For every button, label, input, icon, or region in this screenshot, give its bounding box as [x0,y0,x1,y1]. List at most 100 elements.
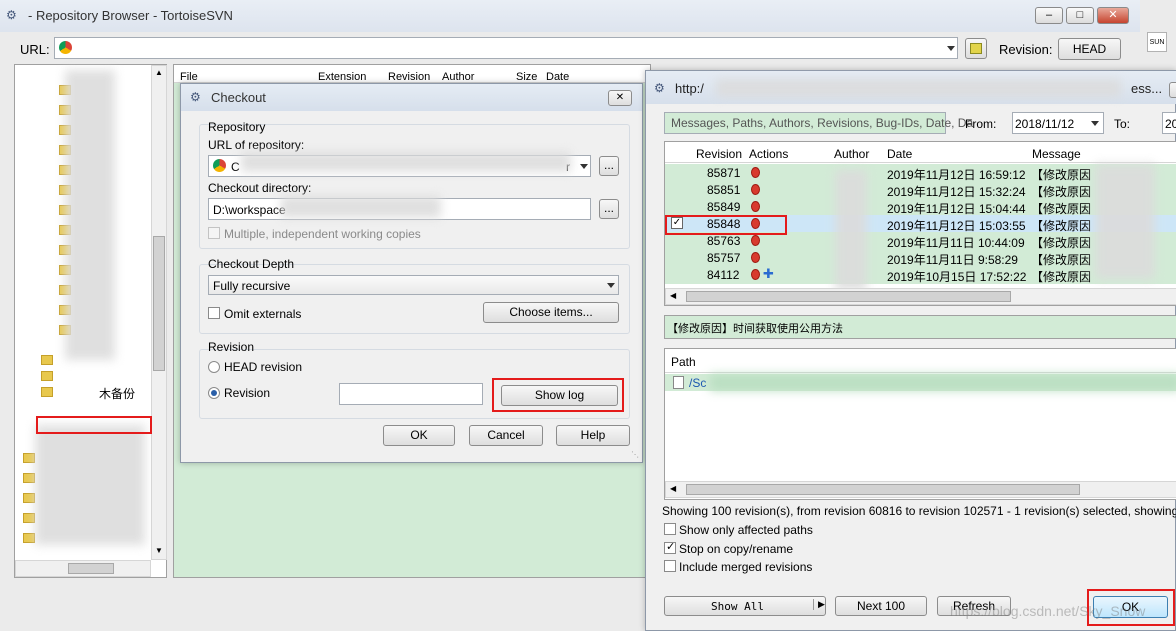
path-column-header[interactable]: Path [671,355,696,369]
folder-icon [41,371,53,381]
head-revision-radio[interactable] [208,361,220,373]
browse-url-button[interactable]: ... [599,156,619,176]
next-100-button[interactable]: Next 100 [835,596,927,616]
commit-message: 【修改原因】时间获取使用公用方法 [667,322,843,335]
scroll-thumb[interactable] [153,236,165,371]
folder-button[interactable] [965,38,987,59]
column-header[interactable]: Author [442,71,474,83]
paths-header: Path [665,349,1176,373]
check-mark-icon: ✓ [666,541,676,553]
redacted-area [241,152,571,172]
log-title-prefix: http:/ [675,81,704,96]
chevron-down-icon[interactable] [1091,121,1099,126]
path-row[interactable]: /Sc [665,374,1176,391]
head-button[interactable]: HEAD [1058,38,1121,60]
url-of-repository-label: URL of repository: [208,138,305,152]
chevron-down-icon[interactable] [607,283,615,288]
multiple-working-copies-checkbox[interactable] [208,227,220,239]
chrome-icon [213,159,226,172]
modified-action-icon [751,201,760,212]
selected-revision-highlight [665,215,787,235]
stop-on-copy-label: Stop on copy/rename [679,542,794,556]
to-label: To: [1114,117,1131,131]
filter-input[interactable]: Messages, Paths, Authors, Revisions, Bug… [664,112,973,134]
path-value: /Sc [689,376,707,390]
revision-list-horizontal-scrollbar[interactable]: ◀ [665,288,1176,305]
to-date-value: 20 [1165,117,1176,131]
chevron-down-icon[interactable] [947,46,955,51]
checkout-ok-button[interactable]: OK [383,425,455,446]
column-header[interactable]: Message [1032,147,1081,161]
radio-selected-dot [211,390,217,396]
column-header[interactable]: Size [516,71,537,83]
head-revision-label: HEAD revision [224,360,303,374]
folder-icon [23,533,35,543]
minimize-button[interactable]: ‒ [1035,7,1063,24]
scroll-thumb[interactable] [686,484,1080,495]
from-label: From: [965,117,997,131]
row-revision: 85849 [707,200,741,214]
checkout-title-bar: ⚙ Checkout ✕ [181,84,642,111]
merged-revisions-label: Include merged revisions [679,560,813,574]
column-header[interactable]: Revision [388,71,430,83]
tree-horizontal-scrollbar[interactable] [15,560,151,577]
paths-horizontal-scrollbar[interactable]: ◀ [665,481,1176,498]
row-revision: 85757 [707,251,741,265]
checkout-title: Checkout [211,90,266,105]
redacted-area [65,70,115,360]
folder-icon [41,387,53,397]
omit-externals-checkbox[interactable] [208,307,220,319]
row-revision: 85763 [707,234,741,248]
add-action-icon [751,269,760,280]
checkout-help-button[interactable]: Help [556,425,630,446]
column-header[interactable]: Author [834,147,869,161]
chevron-down-icon[interactable] [580,164,588,169]
merged-revisions-checkbox[interactable] [664,560,676,572]
row-revision: 84112 [707,268,740,282]
scroll-thumb[interactable] [686,291,1011,302]
window-title: - Repository Browser - TortoiseSVN [28,8,233,23]
message-pane[interactable]: 【修改原因】时间获取使用公用方法 [664,315,1176,339]
folder-tree[interactable]: 木备份 ▲ ▼ [14,64,167,578]
resize-grip-icon: ⋱ [631,450,639,459]
show-all-button[interactable]: Show All ▶ [664,596,826,616]
scroll-thumb[interactable] [68,563,114,574]
tree-vertical-scrollbar[interactable]: ▲ ▼ [151,65,167,560]
column-header[interactable]: Actions [749,147,788,161]
log-close-button[interactable]: ✕ [1169,82,1176,98]
stop-on-copy-checkbox[interactable]: ✓ [664,541,676,554]
show-all-label: Show All [711,600,764,613]
redacted-area [835,170,867,290]
log-dialog: ⚙ http:/ ess... ✕ Messages, Paths, Autho… [645,70,1176,631]
revision-input[interactable] [339,383,483,405]
revision-radio[interactable] [208,387,220,399]
to-date-picker[interactable]: 20 [1162,112,1176,134]
revision-list-header: Revision Actions Author Date Message [665,142,1176,163]
changed-paths-list[interactable]: Path /Sc ◀ [664,348,1176,500]
choose-items-button[interactable]: Choose items... [483,302,619,323]
file-icon [673,376,684,389]
checkout-depth-select[interactable]: Fully recursive [208,275,619,295]
affected-paths-checkbox[interactable] [664,523,676,535]
chrome-icon [59,41,72,54]
show-log-highlight [492,378,624,412]
column-header[interactable]: Extension [318,71,366,83]
folder-icon [23,513,35,523]
column-header[interactable]: File [180,71,198,83]
maximize-button[interactable]: □ [1066,7,1094,24]
checkout-depth-group-label: Checkout Depth [208,257,295,271]
from-date-picker[interactable]: 2018/11/12 [1012,112,1104,134]
revision-summary: Showing 100 revision(s), from revision 6… [662,504,1176,518]
file-list-header: File Extension Revision Author Size Date [174,65,650,83]
folder-icon [970,43,982,54]
close-button[interactable]: ✕ [1097,7,1129,24]
url-combobox[interactable] [54,37,958,59]
checkout-close-button[interactable]: ✕ [608,90,632,106]
row-revision: 85871 [707,166,741,180]
checkout-cancel-button[interactable]: Cancel [469,425,543,446]
browse-directory-button[interactable]: ... [599,199,619,219]
redacted-area [716,79,1121,97]
column-header[interactable]: Date [887,147,912,161]
column-header[interactable]: Date [546,71,569,83]
column-header[interactable]: Revision [696,147,742,161]
